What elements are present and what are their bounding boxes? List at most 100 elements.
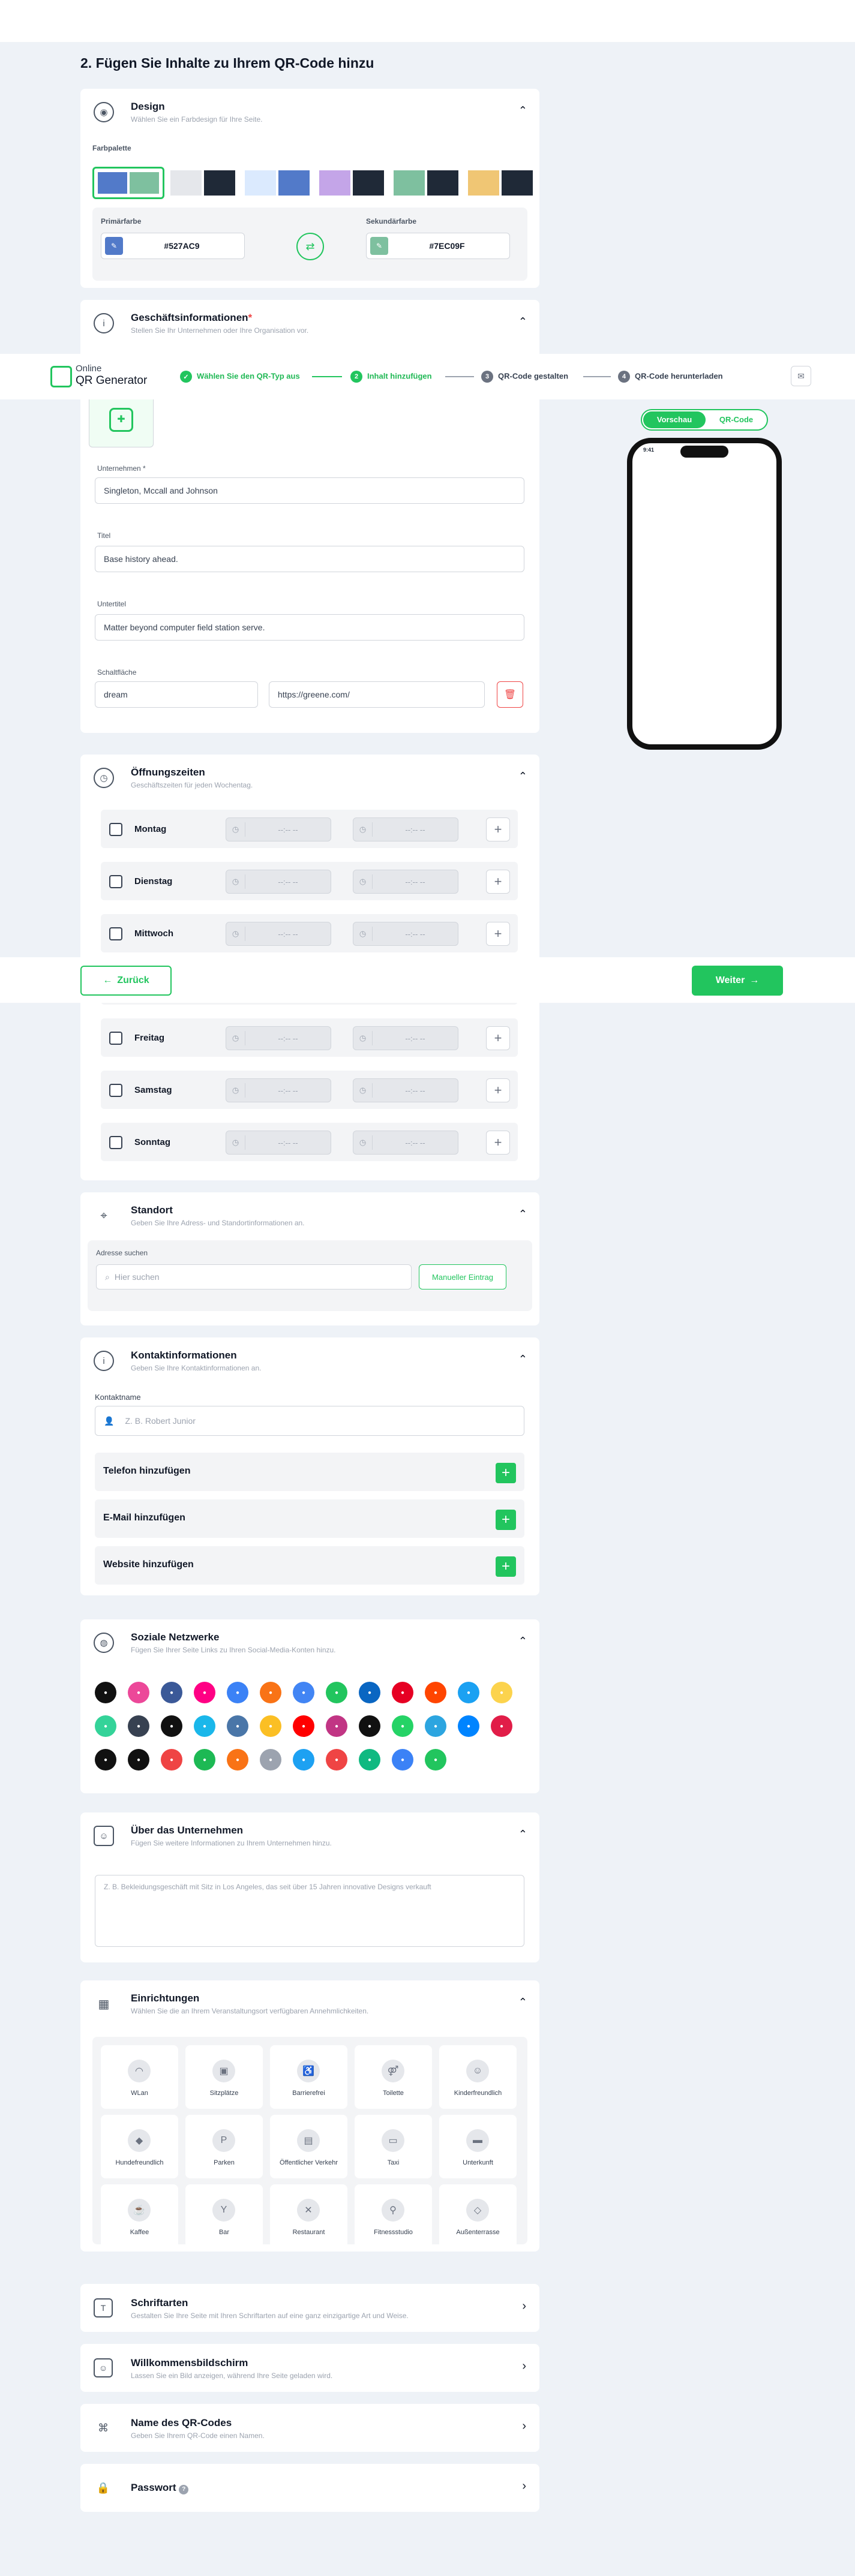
image-upload[interactable]: ✚	[89, 392, 154, 447]
deezer-icon[interactable]: ●	[260, 1749, 281, 1771]
add-hours-button[interactable]: +	[486, 817, 510, 841]
close-time-input[interactable]: ◷--:-- --	[353, 1078, 458, 1102]
about-textarea[interactable]: Z. B. Bekleidungsgeschäft mit Sitz in Lo…	[95, 1875, 524, 1947]
chevron-up-icon[interactable]: ⌃	[518, 104, 527, 117]
hours-header[interactable]: ◷ Öffnungszeiten Geschäftszeiten für jed…	[80, 755, 539, 802]
chevron-up-icon[interactable]: ⌃	[518, 1208, 527, 1221]
next-button[interactable]: Weiter →	[692, 966, 783, 996]
instagram-icon[interactable]: ●	[326, 1715, 347, 1737]
web-icon[interactable]: ●	[95, 1682, 116, 1703]
add-website-row[interactable]: Website hinzufügen +	[95, 1546, 524, 1585]
vimeo-icon[interactable]: ●	[194, 1715, 215, 1737]
facility-option[interactable]: ⚤ Toilette	[355, 2045, 432, 2109]
facility-option[interactable]: ▤ Öffentlicher Verkehr	[270, 2115, 347, 2178]
button-text-input[interactable]: dream	[95, 681, 258, 708]
day-checkbox[interactable]	[109, 927, 122, 940]
tiktok-icon[interactable]: ●	[359, 1715, 380, 1737]
telegram-icon[interactable]: ●	[425, 1715, 446, 1737]
add-phone-row[interactable]: Telefon hinzufügen +	[95, 1453, 524, 1491]
youtube-icon[interactable]: ●	[293, 1715, 314, 1737]
spotify-icon[interactable]: ●	[194, 1749, 215, 1771]
button-url-input[interactable]: https://greene.com/	[269, 681, 485, 708]
facility-option[interactable]: ◆ Hundefreundlich	[101, 2115, 178, 2178]
plus-icon[interactable]: +	[496, 1556, 516, 1577]
swiggy-icon[interactable]: ●	[293, 1749, 314, 1771]
step-2[interactable]: 2 Inhalt hinzufügen	[350, 371, 432, 383]
snapchat-icon[interactable]: ●	[491, 1682, 512, 1703]
facility-option[interactable]: ▭ Taxi	[355, 2115, 432, 2178]
facility-option[interactable]: ♿ Barrierefrei	[270, 2045, 347, 2109]
facility-option[interactable]: ◇ Außenterrasse	[439, 2184, 517, 2248]
step-4[interactable]: 4 QR-Code herunterladen	[618, 371, 723, 383]
open-time-input[interactable]: ◷--:-- --	[226, 870, 331, 894]
day-checkbox[interactable]	[109, 1032, 122, 1045]
day-checkbox[interactable]	[109, 823, 122, 836]
chevron-up-icon[interactable]: ⌃	[518, 770, 527, 783]
chevron-right-icon[interactable]: ›	[522, 2300, 526, 2313]
signal-icon[interactable]: ●	[392, 1749, 413, 1771]
palette-option[interactable]	[390, 167, 462, 199]
chevron-right-icon[interactable]: ›	[522, 2359, 526, 2373]
address-search-input[interactable]: ⌕ Hier suchen	[96, 1264, 412, 1289]
subtitle-input[interactable]: Matter beyond computer field station ser…	[95, 614, 524, 641]
swap-colors-icon[interactable]: ⇄	[296, 233, 324, 260]
plus-icon[interactable]: +	[496, 1463, 516, 1483]
add-email-row[interactable]: E-Mail hinzufügen +	[95, 1499, 524, 1538]
add-hours-button[interactable]: +	[486, 1131, 510, 1155]
plus-icon[interactable]: +	[496, 1510, 516, 1530]
add-hours-button[interactable]: +	[486, 922, 510, 946]
open-time-input[interactable]: ◷--:-- --	[226, 922, 331, 946]
linkedin-icon[interactable]: ●	[359, 1682, 380, 1703]
skype-icon[interactable]: ●	[458, 1682, 479, 1703]
open-time-input[interactable]: ◷--:-- --	[226, 1078, 331, 1102]
facility-option[interactable]: P Parken	[185, 2115, 263, 2178]
wechat-icon[interactable]: ●	[425, 1749, 446, 1771]
pencil-icon[interactable]: ✎	[370, 237, 388, 255]
secondary-color-input[interactable]: ✎ #7EC09F	[366, 233, 510, 259]
company-input[interactable]: Singleton, Mccall and Johnson	[95, 477, 524, 504]
uber-eats-icon[interactable]: ●	[95, 1749, 116, 1771]
facility-option[interactable]: Y Bar	[185, 2184, 263, 2248]
close-time-input[interactable]: ◷--:-- --	[353, 922, 458, 946]
welcome-card[interactable]: ☺ Willkommensbildschirm Lassen Sie ein B…	[80, 2344, 539, 2392]
palette-option[interactable]	[464, 167, 536, 199]
chevron-up-icon[interactable]: ⌃	[518, 1353, 527, 1366]
facilities-header[interactable]: ▦ Einrichtungen Wählen Sie die an Ihrem …	[80, 1980, 539, 2028]
add-hours-button[interactable]: +	[486, 1026, 510, 1050]
tab-qr-code[interactable]: QR-Code	[707, 411, 766, 428]
close-time-input[interactable]: ◷--:-- --	[353, 1131, 458, 1155]
facility-option[interactable]: ◠ WLan	[101, 2045, 178, 2109]
business-header[interactable]: i Geschäftsinformationen* Stellen Sie Ih…	[80, 300, 539, 348]
line-icon[interactable]: ●	[326, 1682, 347, 1703]
contact-header[interactable]: i Kontaktinformationen Geben Sie Ihre Ko…	[80, 1337, 539, 1385]
chat-icon[interactable]: ✉	[791, 366, 811, 386]
contact-name-input[interactable]: 👤 Z. B. Robert Junior	[95, 1406, 524, 1436]
chevron-up-icon[interactable]: ⌃	[518, 315, 527, 328]
vk-icon[interactable]: ●	[227, 1715, 248, 1737]
step-1[interactable]: ✓ Wählen Sie den QR-Typ aus	[180, 371, 300, 383]
title-input[interactable]: Base history ahead.	[95, 546, 524, 572]
whatsapp-icon[interactable]: ●	[392, 1715, 413, 1737]
pencil-icon[interactable]: ✎	[105, 237, 123, 255]
opentable-icon[interactable]: ●	[161, 1749, 182, 1771]
day-checkbox[interactable]	[109, 1084, 122, 1097]
tripadvisor-icon[interactable]: ●	[95, 1715, 116, 1737]
palette-option[interactable]	[92, 167, 164, 199]
pinterest-icon[interactable]: ●	[392, 1682, 413, 1703]
flickr-icon[interactable]: ●	[194, 1682, 215, 1703]
tumblr-icon[interactable]: ●	[128, 1715, 149, 1737]
dribbble-icon[interactable]: ●	[128, 1682, 149, 1703]
back-button[interactable]: ← Zurück	[80, 966, 172, 996]
chevron-right-icon[interactable]: ›	[522, 2419, 526, 2433]
palette-option[interactable]	[167, 167, 239, 199]
postmates-icon[interactable]: ●	[128, 1749, 149, 1771]
facility-option[interactable]: ▣ Sitzplätze	[185, 2045, 263, 2109]
messenger-icon[interactable]: ●	[458, 1715, 479, 1737]
trustpilot-icon[interactable]: ●	[359, 1749, 380, 1771]
day-checkbox[interactable]	[109, 875, 122, 888]
gitlab-icon[interactable]: ●	[260, 1682, 281, 1703]
soundcloud-icon[interactable]: ●	[227, 1749, 248, 1771]
about-header[interactable]: ☺ Über das Unternehmen Fügen Sie weitere…	[80, 1812, 539, 1860]
add-hours-button[interactable]: +	[486, 1078, 510, 1102]
chevron-up-icon[interactable]: ⌃	[518, 1996, 527, 2009]
